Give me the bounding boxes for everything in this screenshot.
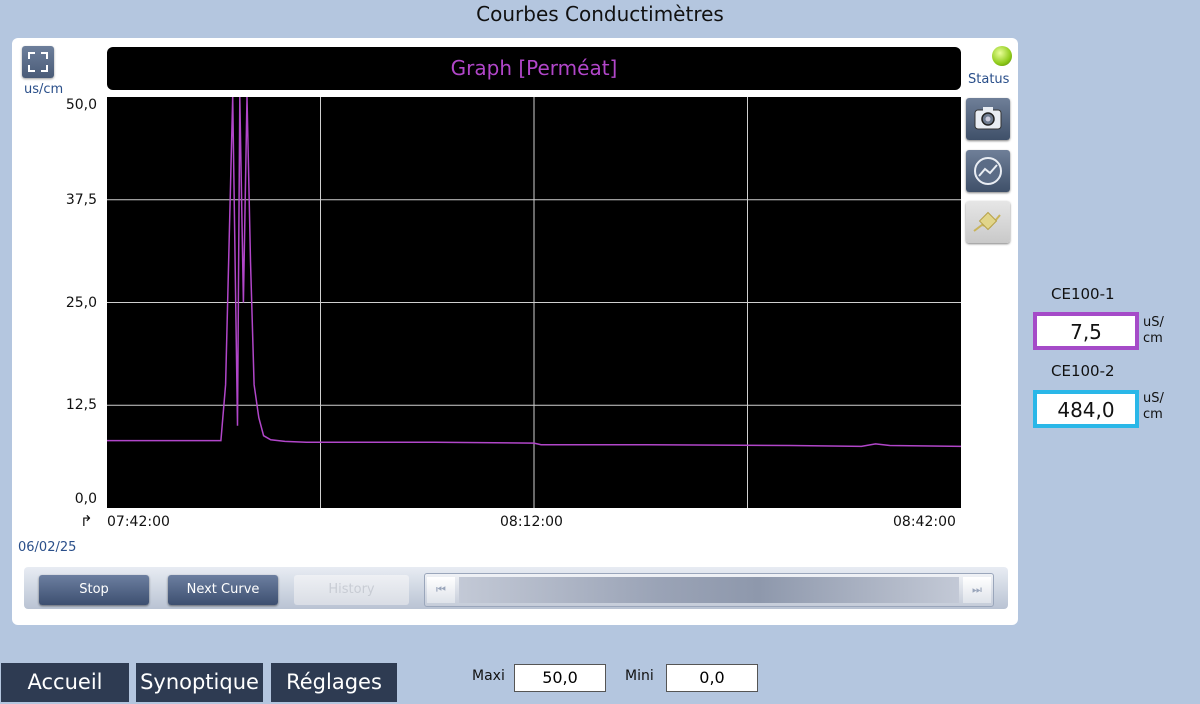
sensor-2-value: 484,0 [1033,390,1139,428]
sensor-1-unit-line2: cm [1143,331,1163,346]
chart-svg [107,96,962,508]
history-scrollbar[interactable]: ⏮ ⏭ [424,573,994,607]
y-tick-label: 12,5 [65,397,97,414]
camera-icon [974,107,1002,130]
y-tick-label: 0,0 [74,491,97,507]
chart-date: 06/02/25 [18,540,77,555]
x-tick-label: 07:42:00 [107,514,170,530]
max-label: Maxi [472,668,505,684]
pan-curve-button[interactable] [966,201,1010,243]
scroll-track[interactable] [459,577,959,603]
min-value-field[interactable]: 0,0 [666,664,758,692]
y-tick-label: 37,5 [65,191,97,208]
nav-settings-button[interactable]: Réglages [271,663,397,702]
nav-home-button[interactable]: Accueil [1,663,129,702]
sensor-2-label: CE100-2 [1051,362,1115,380]
skip-back-icon[interactable]: ⏮ [427,577,455,603]
nav-synoptic-button[interactable]: Synoptique [136,663,263,702]
status-led-icon [992,46,1012,66]
sensor-1-label: CE100-1 [1051,285,1115,303]
sensor-1-unit-line1: uS/ [1143,315,1164,330]
status-label: Status [968,72,1010,87]
fullscreen-icon [28,52,48,72]
min-label: Mini [625,668,654,684]
x-tick-label: 08:12:00 [500,514,563,530]
next-curve-button[interactable]: Next Curve [168,575,278,605]
history-button[interactable]: History [294,575,409,605]
graph-title: Graph [Perméat] [107,47,961,90]
sensor-2-unit: uS/ cm [1143,391,1164,423]
sensor-1-unit: uS/ cm [1143,315,1164,347]
sensor-2-unit-line2: cm [1143,407,1163,422]
chart-plot [107,96,962,508]
return-arrow-icon: ↱ [80,512,93,530]
y-axis-unit: us/cm [24,82,64,97]
sensor-1-value: 7,5 [1033,312,1139,350]
sensor-2-unit-line1: uS/ [1143,391,1164,406]
snapshot-button[interactable] [966,98,1010,140]
move-curve-icon [973,211,1001,232]
fullscreen-button[interactable] [22,46,54,78]
curve-view-button[interactable] [966,150,1010,192]
x-tick-label: 08:42:00 [893,514,956,530]
y-tick-label: 25,0 [65,294,97,311]
skip-forward-icon[interactable]: ⏭ [963,577,991,603]
max-value-field[interactable]: 50,0 [514,664,606,692]
y-tick-label: 50,0 [65,97,97,113]
trend-chart-icon [974,157,1002,185]
window-title: Courbes Conductimètres [476,2,724,26]
stop-button[interactable]: Stop [39,575,149,605]
